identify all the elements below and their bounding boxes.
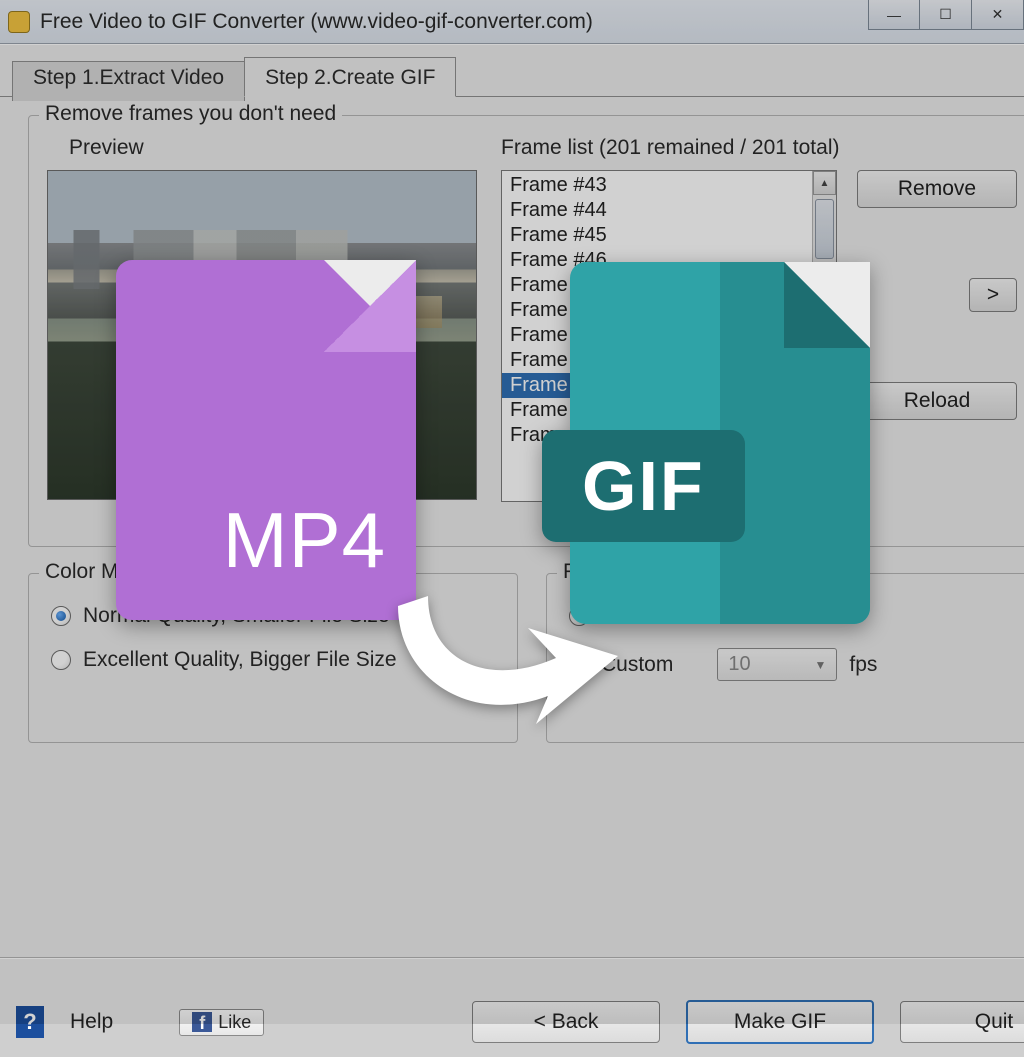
frame-list-item[interactable]: Frame #45 — [502, 223, 836, 248]
help-icon[interactable]: ? — [16, 1006, 44, 1038]
title-bar: Free Video to GIF Converter (www.video-g… — [0, 0, 1024, 44]
arrow-icon — [378, 566, 628, 736]
radio-custom-fps[interactable]: Custom 10 ▼ fps — [565, 638, 1017, 691]
facebook-like-button[interactable]: f Like — [179, 1009, 264, 1036]
radio-icon — [51, 606, 71, 626]
fps-combo[interactable]: 10 ▼ — [717, 648, 837, 681]
maximize-button[interactable]: ☐ — [920, 0, 972, 30]
fps-value: 10 — [728, 653, 750, 676]
next-frame-button[interactable]: > — [969, 278, 1017, 312]
scroll-up-button[interactable]: ▲ — [813, 171, 836, 195]
back-button[interactable]: < Back — [472, 1001, 660, 1043]
facebook-icon: f — [192, 1012, 212, 1032]
tab-step2[interactable]: Step 2.Create GIF — [244, 57, 456, 97]
window-controls: — ☐ ✕ — [868, 0, 1024, 30]
frame-list-title: Frame list (201 remained / 201 total) — [501, 136, 1017, 160]
make-gif-button[interactable]: Make GIF — [686, 1000, 874, 1044]
remove-button[interactable]: Remove — [857, 170, 1017, 208]
footer-separator — [0, 957, 1024, 959]
tab-strip: Step 1.Extract Video Step 2.Create GIF — [0, 45, 1024, 97]
frame-list-item[interactable]: Frame #43 — [502, 173, 836, 198]
remove-frames-legend: Remove frames you don't need — [39, 102, 342, 126]
like-label: Like — [218, 1012, 251, 1033]
frame-list-item[interactable]: Frame #44 — [502, 198, 836, 223]
radio-label: Excellent Quality, Bigger File Size — [83, 648, 397, 672]
scrollbar-thumb[interactable] — [815, 199, 834, 259]
chevron-down-icon: ▼ — [814, 658, 826, 672]
quit-button[interactable]: Quit — [900, 1001, 1024, 1043]
help-label[interactable]: Help — [70, 1010, 113, 1034]
fps-unit-label: fps — [849, 653, 877, 677]
gif-label: GIF — [542, 430, 745, 542]
reload-button[interactable]: Reload — [857, 382, 1017, 420]
tab-step1[interactable]: Step 1.Extract Video — [12, 61, 245, 101]
close-button[interactable]: ✕ — [972, 0, 1024, 30]
window-title: Free Video to GIF Converter (www.video-g… — [40, 10, 593, 34]
mp4-file-icon: MP4 — [116, 260, 416, 620]
minimize-button[interactable]: — — [868, 0, 920, 30]
mp4-label: MP4 — [116, 495, 416, 586]
footer-bar: ? Help f Like < Back Make GIF Quit — [0, 987, 1024, 1057]
radio-icon — [51, 650, 71, 670]
preview-label: Preview — [47, 136, 477, 160]
app-icon — [8, 11, 30, 33]
